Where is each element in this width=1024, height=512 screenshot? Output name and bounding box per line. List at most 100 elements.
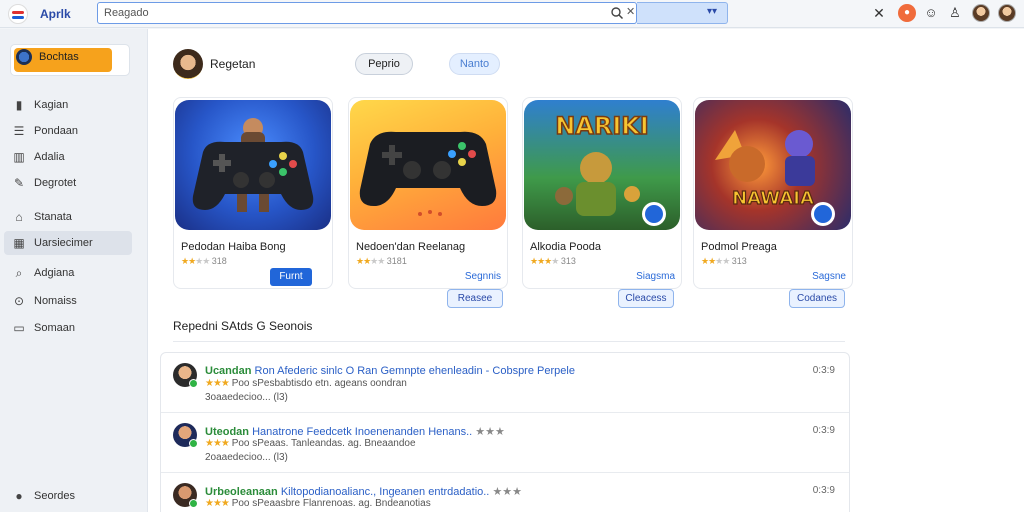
card-secondary-button[interactable]: Cleacess xyxy=(618,289,674,308)
avatar[interactable] xyxy=(998,4,1016,22)
app-title: Aprlk xyxy=(40,7,71,21)
game-card[interactable]: Nedoen'dan Reelanag ★★★★ 3181 Segnnis xyxy=(348,97,508,289)
search-scope-dropdown[interactable]: ▾▾ xyxy=(637,2,728,24)
search-clear-icon[interactable]: ✕ xyxy=(626,5,635,18)
meta-text: Poo sPesbabtisdo etn. ageans oondran xyxy=(231,378,407,389)
monitor-icon: ▭ xyxy=(13,321,25,335)
sidebar-item-label: Adgiana xyxy=(34,267,75,279)
game-art-icon: NAWAIA xyxy=(715,130,835,226)
rating-count: 318 xyxy=(211,256,227,266)
online-status-icon xyxy=(189,439,198,448)
rating-stars-icon: ★★★ xyxy=(205,378,230,389)
sidebar-item-label: Adalia xyxy=(34,151,65,163)
sidebar-item-label: Uarsiecimer xyxy=(34,237,93,249)
sidebar-item-somaan[interactable]: ▭ Somaan xyxy=(4,316,132,340)
rating-stars-icon: ★★★★ xyxy=(181,256,210,266)
search-icon: ⌕ xyxy=(15,266,23,280)
book-icon: ▥ xyxy=(13,150,25,164)
tab-nanto[interactable]: Nanto xyxy=(449,53,500,75)
svg-text:NARIKI: NARIKI xyxy=(555,112,649,140)
rating-stars-icon: ★★★ xyxy=(492,486,523,498)
game-thumbnail[interactable] xyxy=(350,100,506,230)
profile-button[interactable]: Bochtas xyxy=(10,44,130,76)
settings-icon: ● xyxy=(15,489,23,503)
sidebar-item-label: Kagian xyxy=(34,99,69,111)
online-status-icon xyxy=(189,379,198,388)
rating-stars-icon: ★★★ xyxy=(475,426,505,438)
rating-stars-icon: ★★★ xyxy=(205,438,230,449)
game-card[interactable]: Pedodan Haiba Bong ★★★★ 318 Furnt xyxy=(173,97,333,289)
list-item-title[interactable]: Uteodan Hanatrone Feedcetk Inoenenanden … xyxy=(205,425,505,438)
game-title: Nedoen'dan Reelanag xyxy=(356,241,466,253)
notification-icon[interactable]: ● xyxy=(898,4,916,22)
install-button[interactable]: Furnt xyxy=(270,268,312,286)
search-box[interactable]: ✕ xyxy=(97,2,637,24)
timestamp: 0:3:9 xyxy=(812,425,835,436)
item-headline: Kiltopodianoalianc., Ingeanen entrdadati… xyxy=(280,486,490,498)
rating-stars-icon: ★★★ xyxy=(205,498,230,509)
sidebar-item-adgiana[interactable]: ⌕ Adgiana xyxy=(4,261,132,285)
edit-icon: ✎ xyxy=(13,176,25,190)
search-icon[interactable] xyxy=(610,6,624,20)
review-list: Ucandan Ron Afederic sinlc O Ran Gemnpte… xyxy=(160,352,850,512)
sidebar-item-degrotet[interactable]: ✎ Degrotet xyxy=(4,171,132,195)
list-item[interactable]: Ucandan Ron Afederic sinlc O Ran Gemnpte… xyxy=(161,353,849,413)
rating-stars-icon: ★★★★ xyxy=(530,256,559,266)
list-item-detail: 2oaaedecioo... (l3) xyxy=(205,452,288,463)
card-link[interactable]: Siagsma xyxy=(636,271,675,282)
home-icon: ▮ xyxy=(15,98,23,112)
card-secondary-button[interactable]: Reasee xyxy=(447,289,503,308)
main-content: Regetan Peprio Nanto Pedodan Haiba Bong … xyxy=(148,29,1024,512)
card-link[interactable]: Segnnis xyxy=(465,271,501,282)
sidebar-item-kagian[interactable]: ▮ Kagian xyxy=(4,93,132,117)
author-name: Ucandan xyxy=(205,365,252,377)
sidebar-item-label: Seordes xyxy=(34,490,75,502)
profile-label: Bochtas xyxy=(39,51,79,63)
section-title: Repedni SAtds G Seonois xyxy=(173,319,313,333)
card-secondary-button[interactable]: Codanes xyxy=(789,289,845,308)
chevron-down-icon: ▾▾ xyxy=(707,6,718,17)
gamepad-icon xyxy=(359,131,497,216)
game-thumbnail[interactable]: NARIKI xyxy=(524,100,680,230)
page-title: Regetan xyxy=(210,57,256,71)
sidebar-item-seordes[interactable]: ● Seordes xyxy=(4,484,132,508)
sidebar-item-pondaan[interactable]: ☰ Pondaan xyxy=(4,119,132,143)
timestamp: 0:3:9 xyxy=(812,485,835,496)
tab-peprio[interactable]: Peprio xyxy=(355,53,413,75)
list-item[interactable]: Urbeoleanaan Kiltopodianoalianc., Ingean… xyxy=(161,473,849,512)
rating-count: 313 xyxy=(731,256,747,266)
sidebar-item-uarsiecimer[interactable]: ▦ Uarsiecimer xyxy=(4,231,132,255)
avatar[interactable] xyxy=(173,49,203,79)
list-item-title[interactable]: Ucandan Ron Afederic sinlc O Ran Gemnpte… xyxy=(205,365,575,377)
sidebar-item-nomaiss[interactable]: ⊙ Nomaiss xyxy=(4,289,132,313)
meta-text: Poo sPeaasbre Flanrenoas. ag. Bndeanotia… xyxy=(231,498,431,509)
sidebar-item-label: Stanata xyxy=(34,211,72,223)
search-input[interactable] xyxy=(104,5,594,21)
item-headline: Hanatrone Feedcetk Inoenenanden Henans.. xyxy=(252,426,473,438)
game-title: Pedodan Haiba Bong xyxy=(181,241,286,253)
bell-icon[interactable]: ♙ xyxy=(946,4,964,22)
game-card[interactable]: NAWAIA Podmol Preaga ★★★★ 313 Sagsne xyxy=(693,97,853,289)
list-item[interactable]: Uteodan Hanatrone Feedcetk Inoenenanden … xyxy=(161,413,849,473)
app-logo-icon[interactable] xyxy=(8,4,28,24)
user-icon[interactable]: ☺ xyxy=(922,4,940,22)
list-item-detail: 3oaaedecioo... (l3) xyxy=(205,392,288,403)
sidebar-item-label: Somaan xyxy=(34,322,75,334)
sidebar: Bochtas ▮ Kagian ☰ Pondaan ▥ Adalia ✎ De… xyxy=(0,29,148,512)
timestamp: 0:3:9 xyxy=(812,365,835,376)
game-card[interactable]: NARIKI Alkodia Pooda ★★★★ 313 Siagsma xyxy=(522,97,682,289)
author-name: Urbeoleanaan xyxy=(205,486,278,498)
close-icon[interactable]: ✕ xyxy=(870,4,888,22)
game-art-icon: NARIKI xyxy=(554,111,666,226)
avatar[interactable] xyxy=(972,4,990,22)
sidebar-item-stanata[interactable]: ⌂ Stanata xyxy=(4,205,132,229)
game-thumbnail[interactable] xyxy=(175,100,331,230)
rating-count: 3181 xyxy=(386,256,407,266)
card-link[interactable]: Sagsne xyxy=(812,271,846,282)
game-thumbnail[interactable]: NAWAIA xyxy=(695,100,851,230)
list-item-meta: ★★★ Poo sPeaas. Tanleandas. ag. Bneaando… xyxy=(205,438,416,449)
author-name: Uteodan xyxy=(205,426,249,438)
list-item-title[interactable]: Urbeoleanaan Kiltopodianoalianc., Ingean… xyxy=(205,485,522,498)
sidebar-item-adalia[interactable]: ▥ Adalia xyxy=(4,145,132,169)
top-bar: Aprlk ✕ ▾▾ ✕ ● ☺ ♙ xyxy=(0,0,1024,28)
